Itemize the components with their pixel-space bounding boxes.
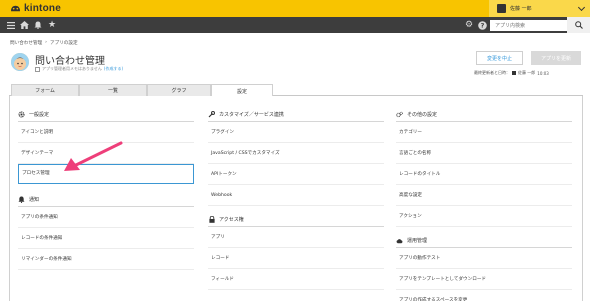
kintone-logo[interactable]: kintone [10,2,61,15]
gear-icon [18,111,25,118]
section-title: 通知 [29,197,40,203]
cloud-icon [396,237,403,244]
breadcrumb-app[interactable]: 問い合わせ管理 [10,40,42,46]
section-title: アクセス権 [219,217,244,223]
setting-move-space[interactable]: アプリの作成するスペースを変更 [396,290,572,301]
section-title: カスタマイズ／サービス連携 [219,112,284,118]
last-updated-user[interactable]: 佐藤 一郎 [518,70,535,76]
setting-record-notifications[interactable]: レコードの条件通知 [18,228,194,249]
tab-form[interactable]: フォーム [11,84,79,96]
section-general-settings: 一般設定 [18,108,194,122]
memo-text: アプリ管理者用メモはありません [42,66,102,71]
section-customize-integration: カスタマイズ／サービス連携 [208,108,384,122]
setting-js-css[interactable]: JavaScript / CSSでカスタマイズ [208,143,384,164]
search-icon [574,21,583,29]
wrench-icon [208,111,215,118]
gear-icon[interactable]: ⚙ [464,20,474,30]
settings-column-general: 一般設定 アイコンと説明 デザインテーマ プロセス管理 通知 アプリの条件通知 … [18,108,194,270]
avatar [497,4,506,13]
last-updated: 最終更新者と日時： 佐藤 一郎 10:03 [474,70,549,76]
setting-localization[interactable]: 言語ごとの名称 [396,143,572,164]
user-name: 佐藤 一郎 [510,6,532,12]
setting-reminder-notifications[interactable]: リマインダーの条件通知 [18,249,194,270]
setting-webhook[interactable]: Webhook [208,185,384,206]
section-other-settings: その他の設定 [396,108,572,122]
setting-category[interactable]: カテゴリー [396,122,572,143]
setting-api-token[interactable]: APIトークン [208,164,384,185]
user-menu[interactable]: 佐藤 一郎 [489,0,590,17]
menu-icon[interactable] [6,20,16,30]
settings-panel: 一般設定 アイコンと説明 デザインテーマ プロセス管理 通知 アプリの条件通知 … [9,96,583,301]
setting-plugins[interactable]: プラグイン [208,122,384,143]
logo-text: kintone [24,3,61,14]
tab-view[interactable]: 一覧 [79,84,147,96]
setting-actions[interactable]: アクション [396,206,572,227]
cancel-changes-button[interactable]: 変更を中止 [476,51,523,65]
home-icon[interactable] [19,20,29,30]
search-input[interactable] [490,20,567,31]
app-memo: アプリ管理者用メモはありません (作成する) [35,66,123,72]
settings-column-other: その他の設定 カテゴリー 言語ごとの名称 レコードのタイトル 高度な設定 アクシ… [396,108,572,301]
page-title: 問い合わせ管理 [35,56,105,67]
setting-app-notifications[interactable]: アプリの条件通知 [18,207,194,228]
section-operations: 運用管理 [396,234,572,248]
app-icon [11,53,29,71]
last-updated-label: 最終更新者と日時： [474,70,510,75]
gears-icon [396,111,403,118]
search-button[interactable] [567,17,590,33]
chevron-down-icon [577,3,586,12]
section-title: 一般設定 [29,112,50,118]
help-icon[interactable]: ? [477,20,487,30]
breadcrumb-separator: › [45,40,48,45]
setting-download-template[interactable]: アプリをテンプレートとしてダウンロード [396,269,572,290]
setting-app-test[interactable]: アプリの動作テスト [396,248,572,269]
section-permissions: アクセス権 [208,213,384,227]
settings-column-customize: カスタマイズ／サービス連携 プラグイン JavaScript / CSSでカスタ… [208,108,384,290]
section-title: その他の設定 [407,112,438,118]
setting-record-title[interactable]: レコードのタイトル [396,164,572,185]
settings-tabs: フォーム 一覧 グラフ 設定 [9,84,583,97]
svg-text:?: ? [480,21,484,29]
section-notifications: 通知 [18,193,194,207]
section-title: 運用管理 [407,238,428,244]
bell-icon [18,196,25,203]
update-app-button[interactable]: アプリを更新 [531,51,581,65]
bell-icon[interactable] [33,20,43,30]
setting-record-permissions[interactable]: レコード [208,248,384,269]
create-memo-link[interactable]: (作成する) [104,66,123,72]
last-updated-time: 10:03 [537,70,549,76]
breadcrumb-current: アプリの設定 [50,41,78,46]
lock-icon [208,216,215,223]
setting-advanced[interactable]: 高度な設定 [396,185,572,206]
kintone-logo-icon [11,5,20,12]
setting-app-permissions[interactable]: アプリ [208,227,384,248]
top-header: kintone 佐藤 一郎 [0,0,590,17]
annotation-arrow [64,141,123,171]
tab-graph[interactable]: グラフ [147,84,211,96]
breadcrumb: 問い合わせ管理 › アプリの設定 [10,40,78,46]
memo-icon [35,66,40,72]
star-icon[interactable]: ★ [47,20,57,30]
nav-bar: ★ ⚙ ? [0,17,590,33]
avatar [512,71,516,75]
setting-field-permissions[interactable]: フィールド [208,269,384,290]
